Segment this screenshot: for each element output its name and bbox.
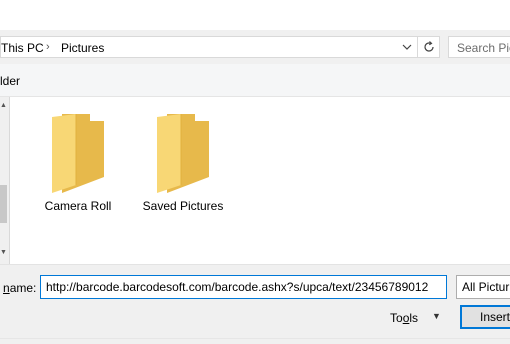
tools-label: Tools bbox=[390, 311, 419, 325]
search-input[interactable]: Search Pic bbox=[448, 36, 510, 58]
file-name-label-rest: ame: bbox=[9, 281, 37, 295]
folder-item-saved-pictures[interactable]: Saved Pictures bbox=[128, 113, 238, 213]
refresh-icon[interactable] bbox=[417, 37, 440, 57]
navigation-pane-scrollbar[interactable]: ▲ ▼ bbox=[0, 97, 8, 264]
caret-down-icon: ▼ bbox=[432, 311, 441, 321]
tools-dropdown[interactable]: Tools ▼ bbox=[386, 308, 446, 328]
folder-icon bbox=[157, 114, 209, 193]
chevron-down-icon[interactable] bbox=[397, 37, 417, 57]
folder-label: Saved Pictures bbox=[142, 199, 224, 213]
scrollbar-thumb[interactable] bbox=[0, 185, 7, 223]
breadcrumb-this-pc[interactable]: This PC bbox=[1, 41, 44, 55]
file-name-value: http://barcode.barcodesoft.com/barcode.a… bbox=[46, 280, 429, 294]
file-list-pane: Camera Roll Saved Pictures bbox=[9, 97, 510, 264]
title-bar bbox=[0, 0, 510, 30]
breadcrumb-separator: › bbox=[46, 41, 50, 53]
file-name-label: name: bbox=[3, 281, 36, 295]
command-bar: lder bbox=[0, 64, 510, 96]
file-name-label-accesskey: n bbox=[3, 281, 10, 295]
folder-label: Camera Roll bbox=[44, 199, 112, 213]
file-name-input[interactable]: http://barcode.barcodesoft.com/barcode.a… bbox=[40, 275, 447, 299]
folder-item-camera-roll[interactable]: Camera Roll bbox=[23, 113, 133, 213]
window-bottom-edge bbox=[0, 338, 510, 344]
new-folder-button[interactable]: lder bbox=[0, 74, 20, 88]
divider bbox=[0, 264, 510, 265]
folder-icon bbox=[52, 114, 104, 193]
scroll-down-icon[interactable]: ▼ bbox=[0, 249, 7, 256]
breadcrumb-pictures[interactable]: Pictures bbox=[61, 41, 104, 55]
file-type-select[interactable]: All Pictur bbox=[456, 275, 510, 299]
insert-button[interactable]: Insert bbox=[460, 305, 510, 329]
scroll-up-icon[interactable]: ▲ bbox=[0, 102, 7, 109]
address-bar[interactable]: This PC › Pictures bbox=[0, 36, 440, 58]
